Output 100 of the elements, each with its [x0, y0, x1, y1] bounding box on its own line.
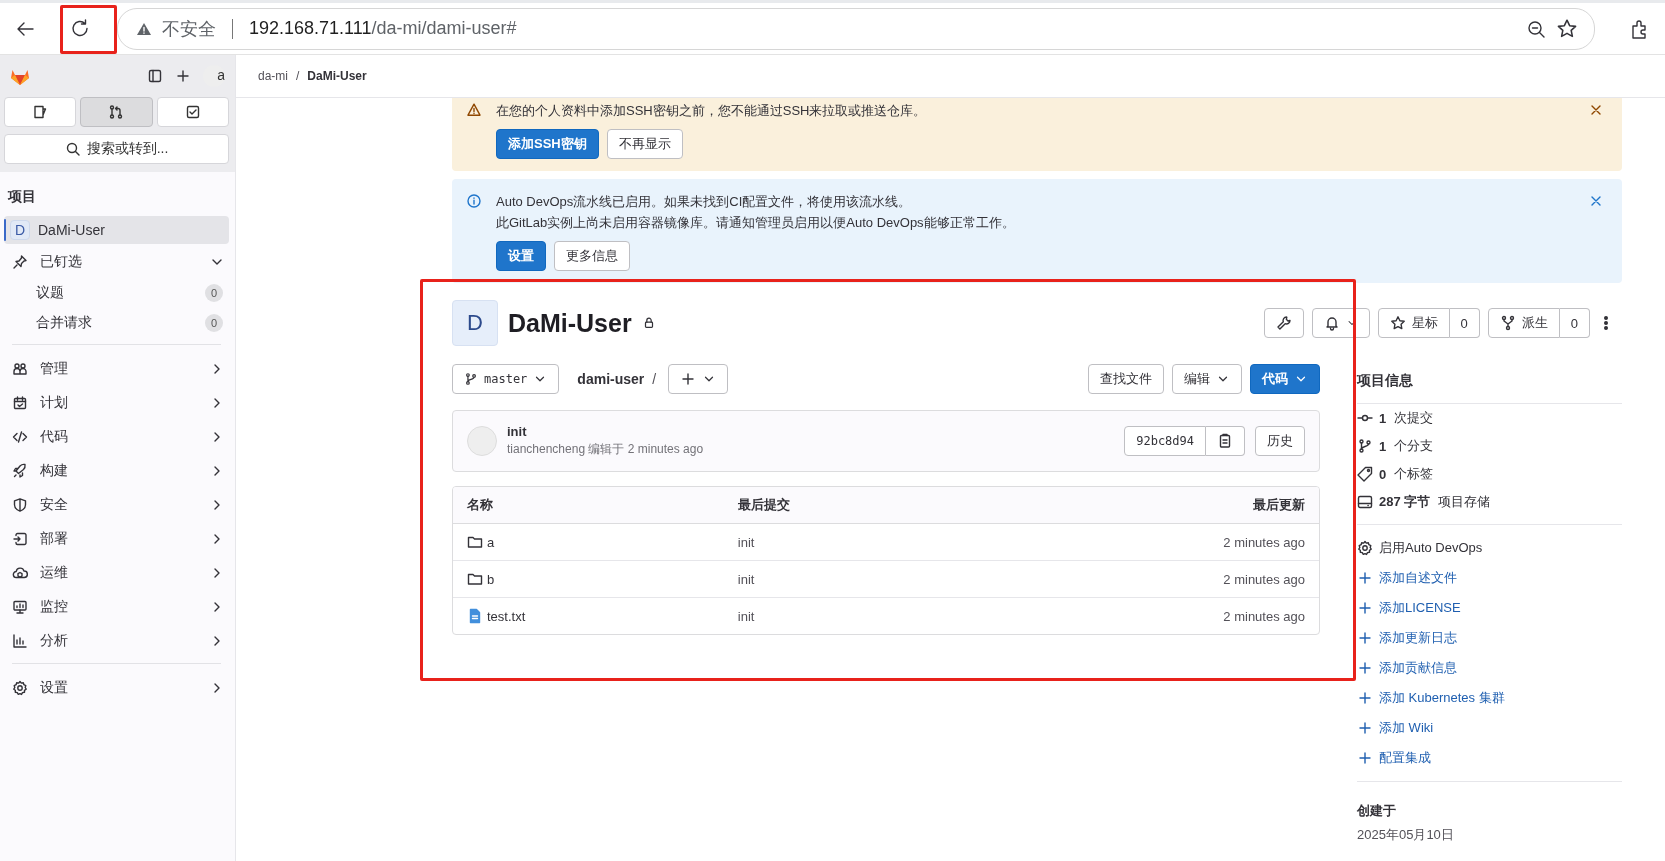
file-link[interactable]: test.txt — [467, 608, 710, 624]
branch-icon — [464, 372, 478, 386]
nav-item[interactable]: 代码 — [4, 421, 229, 453]
calendar-icon — [12, 395, 28, 411]
plus-icon — [1357, 660, 1373, 676]
commit-title[interactable]: init — [507, 424, 704, 439]
breadcrumb-link[interactable]: DaMi-User — [307, 69, 367, 83]
column-header: 名称 — [453, 487, 724, 524]
commit-sha-button[interactable]: 92bc8d94 — [1124, 426, 1206, 456]
alert-text: 在您的个人资料中添加SSH密钥之前，您不能通过SSH来拉取或推送仓库。 — [496, 102, 928, 120]
folder-icon — [467, 534, 483, 550]
nav-item[interactable]: 分析 — [4, 625, 229, 657]
plus-icon — [680, 371, 697, 387]
created-date: 2025年05月10日 — [1357, 826, 1455, 844]
nav-item[interactable]: 运维 — [4, 557, 229, 589]
file-link[interactable]: a — [467, 534, 710, 550]
alert-text: 此GitLab实例上尚未启用容器镜像库。请通知管理员启用以便Auto DevOps能够正常工作。 — [496, 214, 1016, 232]
count-badge: 0 — [205, 314, 223, 332]
stat-link[interactable]: 0 个标签 — [1357, 460, 1622, 488]
plus-icon — [1357, 630, 1373, 646]
action-button[interactable]: 添加SSH密钥 — [496, 129, 599, 159]
nav-item[interactable]: 议题 0 — [4, 278, 229, 308]
nav-item[interactable]: 安全 — [4, 489, 229, 521]
add-link[interactable]: 添加LICENSE — [1357, 593, 1622, 623]
section-title: 项目 — [6, 187, 37, 206]
address-bar[interactable]: 不安全 192.168.71.111/da-mi/dami-user# — [117, 7, 1595, 50]
search-icon — [64, 141, 81, 157]
add-link[interactable]: 添加更新日志 — [1357, 623, 1622, 653]
add-link[interactable]: 添加 Wiki — [1357, 713, 1622, 743]
commit-link[interactable]: init — [737, 534, 755, 550]
stat-link[interactable]: 1 个分支 — [1357, 432, 1622, 460]
commit-link[interactable]: init — [737, 608, 755, 624]
add-link[interactable]: 添加 Kubernetes 集群 — [1357, 683, 1622, 713]
nav-item[interactable]: 管理 — [4, 353, 229, 385]
monitor-icon — [12, 599, 28, 615]
merge-request-icon — [108, 104, 125, 120]
repo-path-link[interactable]: dami-user — [577, 371, 645, 387]
table-cell: 2 minutes ago — [1223, 534, 1305, 550]
nav-tab[interactable] — [156, 97, 229, 127]
add-link[interactable]: 配置集成 — [1357, 743, 1622, 773]
column-header: 最后提交 — [723, 487, 975, 524]
code-dropdown[interactable]: 代码 — [1250, 364, 1320, 394]
commit-meta: tianchencheng 编辑于 2 minutes ago — [507, 441, 704, 458]
nav-item[interactable]: 已钉选 — [4, 246, 229, 278]
add-link[interactable]: 添加贡献信息 — [1357, 653, 1622, 683]
copy-button[interactable] — [1206, 426, 1245, 456]
nav-item[interactable]: 监控 — [4, 591, 229, 623]
rocket-icon — [12, 463, 28, 479]
branch-icon — [1357, 438, 1373, 454]
nav-item[interactable]: 部署 — [4, 523, 229, 555]
bookmark-star-icon[interactable] — [1556, 17, 1578, 40]
commit-link[interactable]: init — [737, 571, 755, 587]
file-icon — [467, 608, 483, 624]
plus-icon[interactable] — [175, 68, 191, 84]
info-icon — [466, 193, 482, 209]
nav-item[interactable]: 合并请求 0 — [4, 308, 229, 338]
find-file-button[interactable]: 查找文件 — [1088, 364, 1164, 394]
nav-item[interactable]: 计划 — [4, 387, 229, 419]
fork-icon — [1499, 315, 1516, 331]
action-button[interactable]: 设置 — [496, 241, 546, 271]
users-icon — [12, 361, 28, 377]
warning-icon — [466, 102, 482, 118]
zoom-icon[interactable] — [1526, 18, 1546, 39]
breadcrumb-link[interactable]: da-mi — [258, 69, 288, 83]
sidebar-toggle-icon[interactable] — [147, 68, 163, 84]
stat-link[interactable]: 1 次提交 — [1357, 404, 1622, 432]
settings-button[interactable] — [1263, 308, 1304, 338]
history-button[interactable]: 历史 — [1255, 426, 1305, 456]
stat-link[interactable]: 287 字节 项目存储 — [1357, 488, 1622, 516]
author-avatar — [467, 426, 497, 456]
file-link[interactable]: b — [467, 571, 710, 587]
branch-dropdown[interactable]: master — [452, 364, 560, 394]
project-title: DaMi-User — [508, 308, 632, 338]
action-button[interactable]: 派生 — [1487, 308, 1560, 338]
project-item[interactable]: D DaMi-User — [4, 216, 229, 244]
setting-link[interactable]: 启用Auto DevOps — [1357, 533, 1622, 563]
count-badge: 0 — [205, 284, 223, 302]
count-button[interactable]: 0 — [1559, 308, 1590, 338]
count-button[interactable]: 0 — [1449, 308, 1480, 338]
action-button[interactable]: 不再显示 — [606, 129, 683, 159]
nav-item[interactable]: 构建 — [4, 455, 229, 487]
action-button[interactable]: 更多信息 — [554, 241, 630, 271]
notification-dropdown[interactable] — [1311, 308, 1370, 338]
add-dropdown[interactable] — [668, 364, 729, 394]
add-link[interactable]: 添加自述文件 — [1357, 563, 1622, 593]
action-button[interactable]: 星标 — [1377, 308, 1450, 338]
alert-text: Auto DevOps流水线已启用。如果未找到CI配置文件，将使用该流水线。 — [496, 193, 913, 211]
gear-icon — [12, 680, 28, 696]
edit-dropdown[interactable]: 编辑 — [1172, 364, 1242, 394]
storage-icon — [1357, 494, 1373, 510]
project-avatar: D — [10, 220, 30, 240]
gear-icon — [1357, 540, 1373, 556]
nav-item[interactable]: 设置 — [4, 672, 229, 704]
search-button[interactable]: 搜索或转到... — [4, 134, 229, 164]
deploy-icon — [12, 531, 28, 547]
tag-icon — [1357, 466, 1373, 482]
plus-icon — [1357, 720, 1373, 736]
todo-icon — [184, 104, 201, 120]
project-avatar: D — [452, 300, 498, 346]
wrench-icon — [1275, 315, 1292, 331]
